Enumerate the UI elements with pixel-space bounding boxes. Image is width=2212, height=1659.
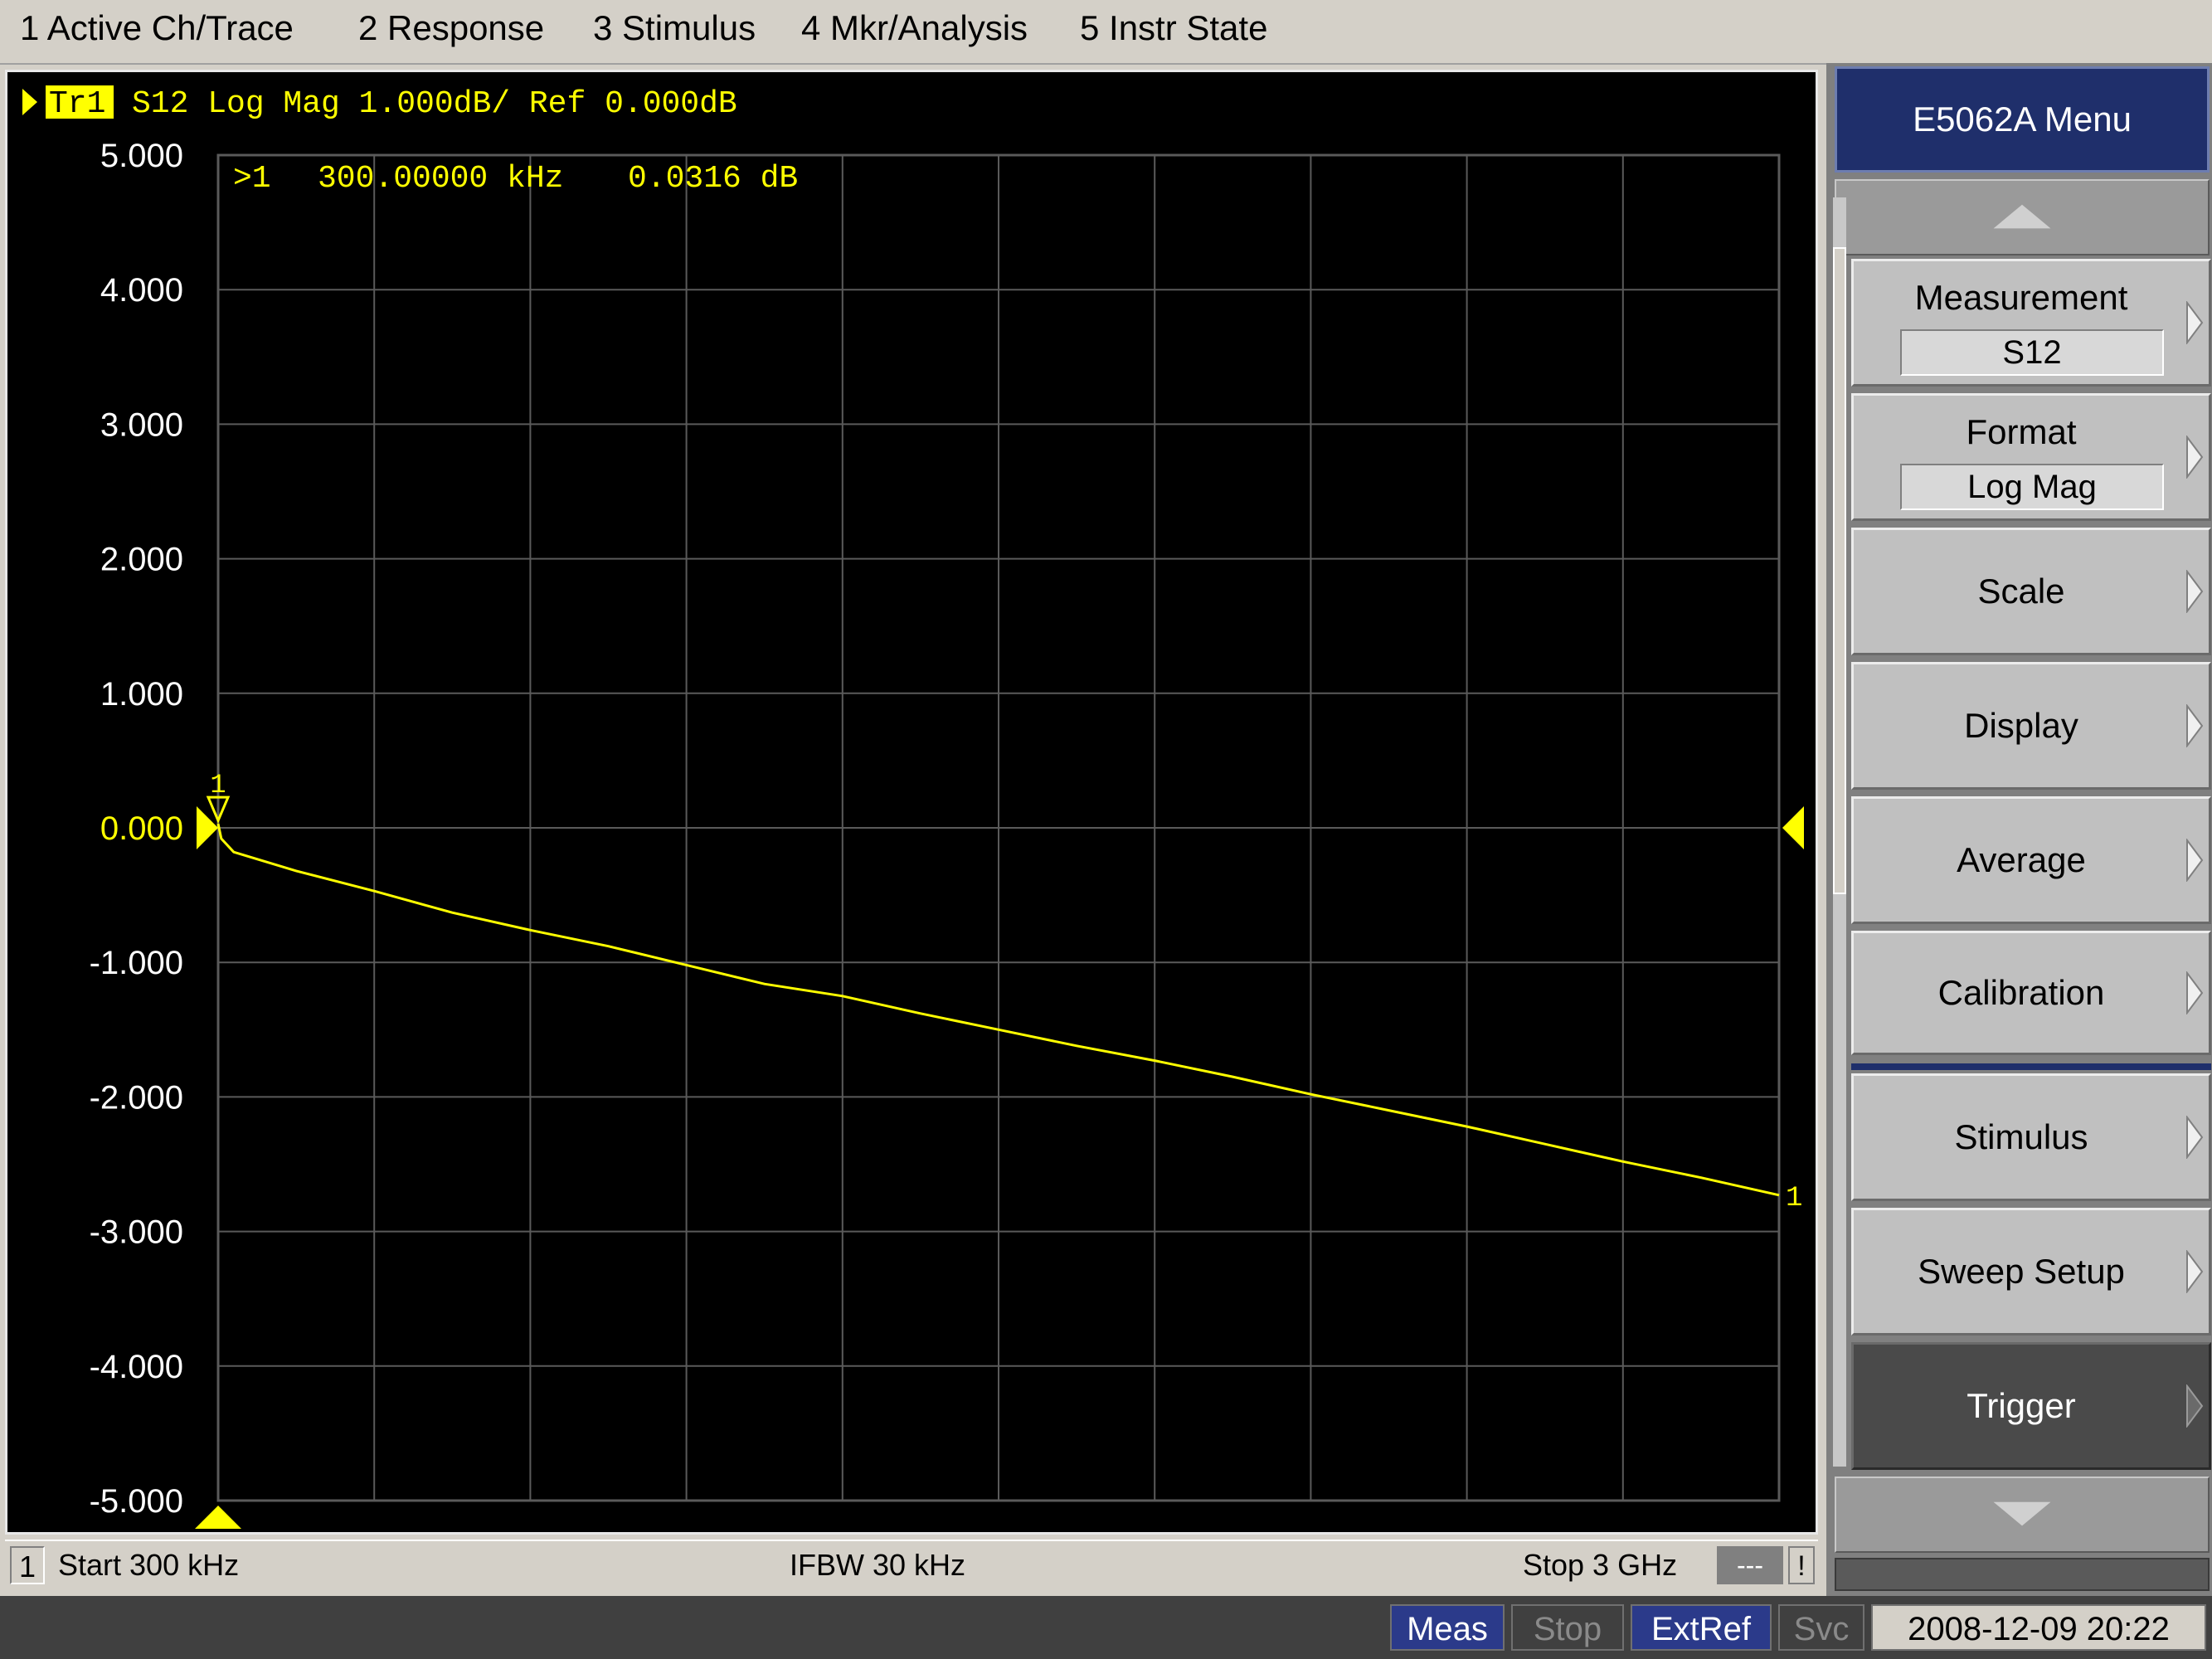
status-svc: Svc bbox=[1778, 1604, 1864, 1651]
softkey-measurement[interactable]: Measurement S12 bbox=[1851, 259, 2211, 387]
softkey-label: Display bbox=[1964, 706, 2078, 745]
softkey-value: Log Mag bbox=[1900, 464, 2164, 510]
channel-status-indicator: --- bbox=[1717, 1546, 1783, 1584]
chevron-right-icon bbox=[2186, 839, 2204, 882]
y-tick-label: -3.000 bbox=[90, 1214, 183, 1251]
softkey-panel: E5062A Menu Measurement S12 Format Log M… bbox=[1826, 63, 2212, 1596]
status-meas: Meas bbox=[1390, 1604, 1505, 1651]
menu-mkr-analysis[interactable]: 4 Mkr/Analysis bbox=[801, 8, 1028, 48]
warning-indicator: ! bbox=[1788, 1546, 1815, 1584]
chevron-right-icon bbox=[2186, 1250, 2204, 1293]
status-stop: Stop bbox=[1511, 1604, 1624, 1651]
menu-active-ch-trace[interactable]: 1 Active Ch/Trace bbox=[20, 8, 294, 48]
menu-stimulus[interactable]: 3 Stimulus bbox=[593, 8, 756, 48]
scrollbar-thumb[interactable] bbox=[1833, 247, 1846, 894]
softkey-average[interactable]: Average bbox=[1851, 796, 2211, 924]
softkey-label: Trigger bbox=[1966, 1386, 2076, 1425]
chevron-right-icon bbox=[2186, 704, 2204, 747]
softkey-scroll-down-button[interactable] bbox=[1835, 1477, 2210, 1553]
ifbw[interactable]: IFBW 30 kHz bbox=[790, 1548, 965, 1583]
marker-readout-value: 0.0316 dB bbox=[628, 161, 798, 197]
softkey-value: S12 bbox=[1900, 329, 2164, 376]
channel-number[interactable]: 1 bbox=[10, 1546, 45, 1584]
softkey-label: Average bbox=[1957, 840, 2086, 879]
y-tick-label: -1.000 bbox=[90, 945, 183, 981]
softkey-stimulus[interactable]: Stimulus bbox=[1851, 1073, 2211, 1201]
trace-label: Tr1 bbox=[49, 86, 105, 122]
arrow-up-icon bbox=[1993, 204, 2051, 229]
chevron-right-icon bbox=[2186, 435, 2204, 479]
channel-status-bar: 1 Start 300 kHz IFBW 30 kHz Stop 3 GHz -… bbox=[5, 1540, 1818, 1591]
softkey-label: Scale bbox=[1977, 572, 2065, 611]
softkey-display[interactable]: Display bbox=[1851, 662, 2211, 790]
marker-1-flag: 1 bbox=[210, 770, 226, 800]
softkey-label: Calibration bbox=[1937, 973, 2105, 1012]
instrument-status-bar: Meas Stop ExtRef Svc 2008-12-09 20:22 bbox=[0, 1596, 2212, 1659]
softkey-sweep-setup[interactable]: Sweep Setup bbox=[1851, 1208, 2211, 1335]
softkey-calibration[interactable]: Calibration bbox=[1851, 931, 2211, 1055]
sweep-start-indicator-icon bbox=[195, 1506, 241, 1529]
softkey-menu-title[interactable]: E5062A Menu bbox=[1835, 66, 2210, 173]
y-tick-label: 2.000 bbox=[100, 542, 183, 578]
trace-display[interactable]: Tr1 S12 Log Mag 1.000dB/ Ref 0.000dB 5.0… bbox=[5, 70, 1818, 1535]
softkey-label: Stimulus bbox=[1954, 1117, 2088, 1156]
softkey-scrollbar[interactable] bbox=[1831, 197, 1846, 1467]
status-extref: ExtRef bbox=[1631, 1604, 1772, 1651]
y-tick-label: -5.000 bbox=[90, 1483, 183, 1520]
trace-end-label: 1 bbox=[1786, 1183, 1802, 1214]
y-tick-label: 0.000 bbox=[100, 810, 183, 847]
chevron-right-icon bbox=[2186, 570, 2204, 613]
start-frequency[interactable]: Start 300 kHz bbox=[58, 1548, 239, 1583]
y-tick-label: -4.000 bbox=[90, 1349, 183, 1385]
softkey-group-separator bbox=[1851, 1063, 2211, 1070]
marker-readout-frequency: 300.00000 kHz bbox=[318, 161, 563, 197]
menu-bar: 1 Active Ch/Trace 2 Response 3 Stimulus … bbox=[0, 0, 2212, 65]
softkey-scale[interactable]: Scale bbox=[1851, 528, 2211, 655]
menu-instr-state[interactable]: 5 Instr State bbox=[1080, 8, 1267, 48]
chevron-right-icon bbox=[2186, 1116, 2204, 1159]
y-tick-label: 1.000 bbox=[100, 676, 183, 713]
menu-response[interactable]: 2 Response bbox=[358, 8, 544, 48]
softkey-label: Measurement bbox=[1914, 278, 2128, 317]
softkey-format[interactable]: Format Log Mag bbox=[1851, 393, 2211, 521]
graticule bbox=[216, 153, 1781, 1502]
trace-chart: Tr1 S12 Log Mag 1.000dB/ Ref 0.000dB 5.0… bbox=[22, 85, 1804, 1529]
stop-frequency[interactable]: Stop 3 GHz bbox=[1523, 1548, 1677, 1583]
chevron-right-icon bbox=[2186, 1384, 2204, 1428]
softkey-label: Format bbox=[1966, 412, 2077, 451]
reference-level-right-arrow-icon bbox=[1782, 806, 1804, 849]
y-tick-label: 4.000 bbox=[100, 272, 183, 309]
active-trace-indicator-icon bbox=[22, 89, 37, 115]
trace-header-text: S12 Log Mag 1.000dB/ Ref 0.000dB bbox=[132, 86, 737, 122]
y-tick-labels: 5.000 4.000 3.000 2.000 1.000 0.000 -1.000 -2.0… bbox=[90, 138, 183, 1520]
y-tick-label: -2.000 bbox=[90, 1079, 183, 1116]
softkey-label: Sweep Setup bbox=[1918, 1252, 2125, 1291]
y-tick-label: 3.000 bbox=[100, 406, 183, 443]
softkey-footer bbox=[1835, 1558, 2210, 1591]
y-tick-label: 5.000 bbox=[100, 138, 183, 174]
chevron-right-icon bbox=[2186, 971, 2204, 1014]
arrow-down-icon bbox=[1993, 1501, 2051, 1526]
softkey-trigger[interactable]: Trigger bbox=[1851, 1342, 2211, 1470]
softkey-scroll-up-button[interactable] bbox=[1835, 179, 2210, 255]
status-datetime: 2008-12-09 20:22 bbox=[1871, 1604, 2206, 1651]
chevron-right-icon bbox=[2186, 301, 2204, 344]
marker-readout-id: >1 bbox=[233, 161, 271, 197]
